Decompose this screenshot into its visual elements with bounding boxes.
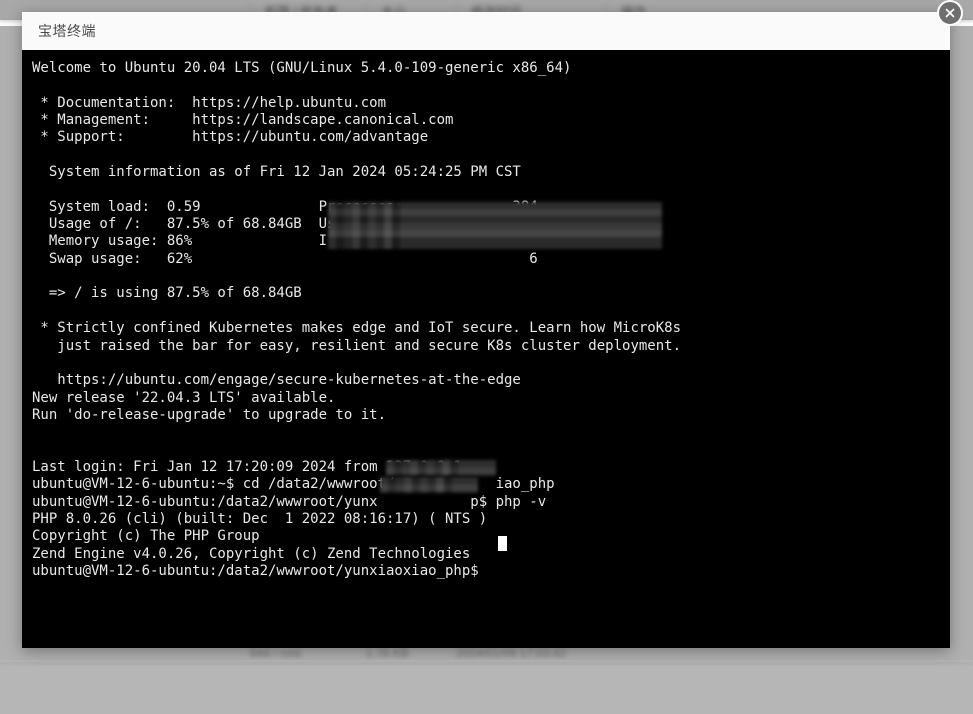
redaction-ip-block: [328, 202, 662, 249]
background-row-size: 1.78 KB: [366, 646, 409, 660]
background-divider: [0, 663, 973, 664]
terminal-modal: 宝塔终端 Welcome to Ubuntu 20.04 LTS (GNU/Li…: [22, 0, 963, 648]
modal-header: 宝塔终端: [22, 12, 950, 50]
terminal-text: Welcome to Ubuntu 20.04 LTS (GNU/Linux 5…: [32, 60, 682, 579]
background-row-permission: 644 / root: [250, 646, 301, 660]
redaction-path-cd: [386, 460, 496, 476]
redaction-path-prompt: [380, 477, 478, 493]
terminal-cursor: [498, 536, 507, 551]
modal-title: 宝塔终端: [38, 24, 96, 40]
close-icon[interactable]: [937, 0, 963, 26]
terminal-output-area[interactable]: Welcome to Ubuntu 20.04 LTS (GNU/Linux 5…: [22, 50, 950, 648]
background-row-mtime: 2024/01/09 17:03:42: [456, 646, 567, 660]
